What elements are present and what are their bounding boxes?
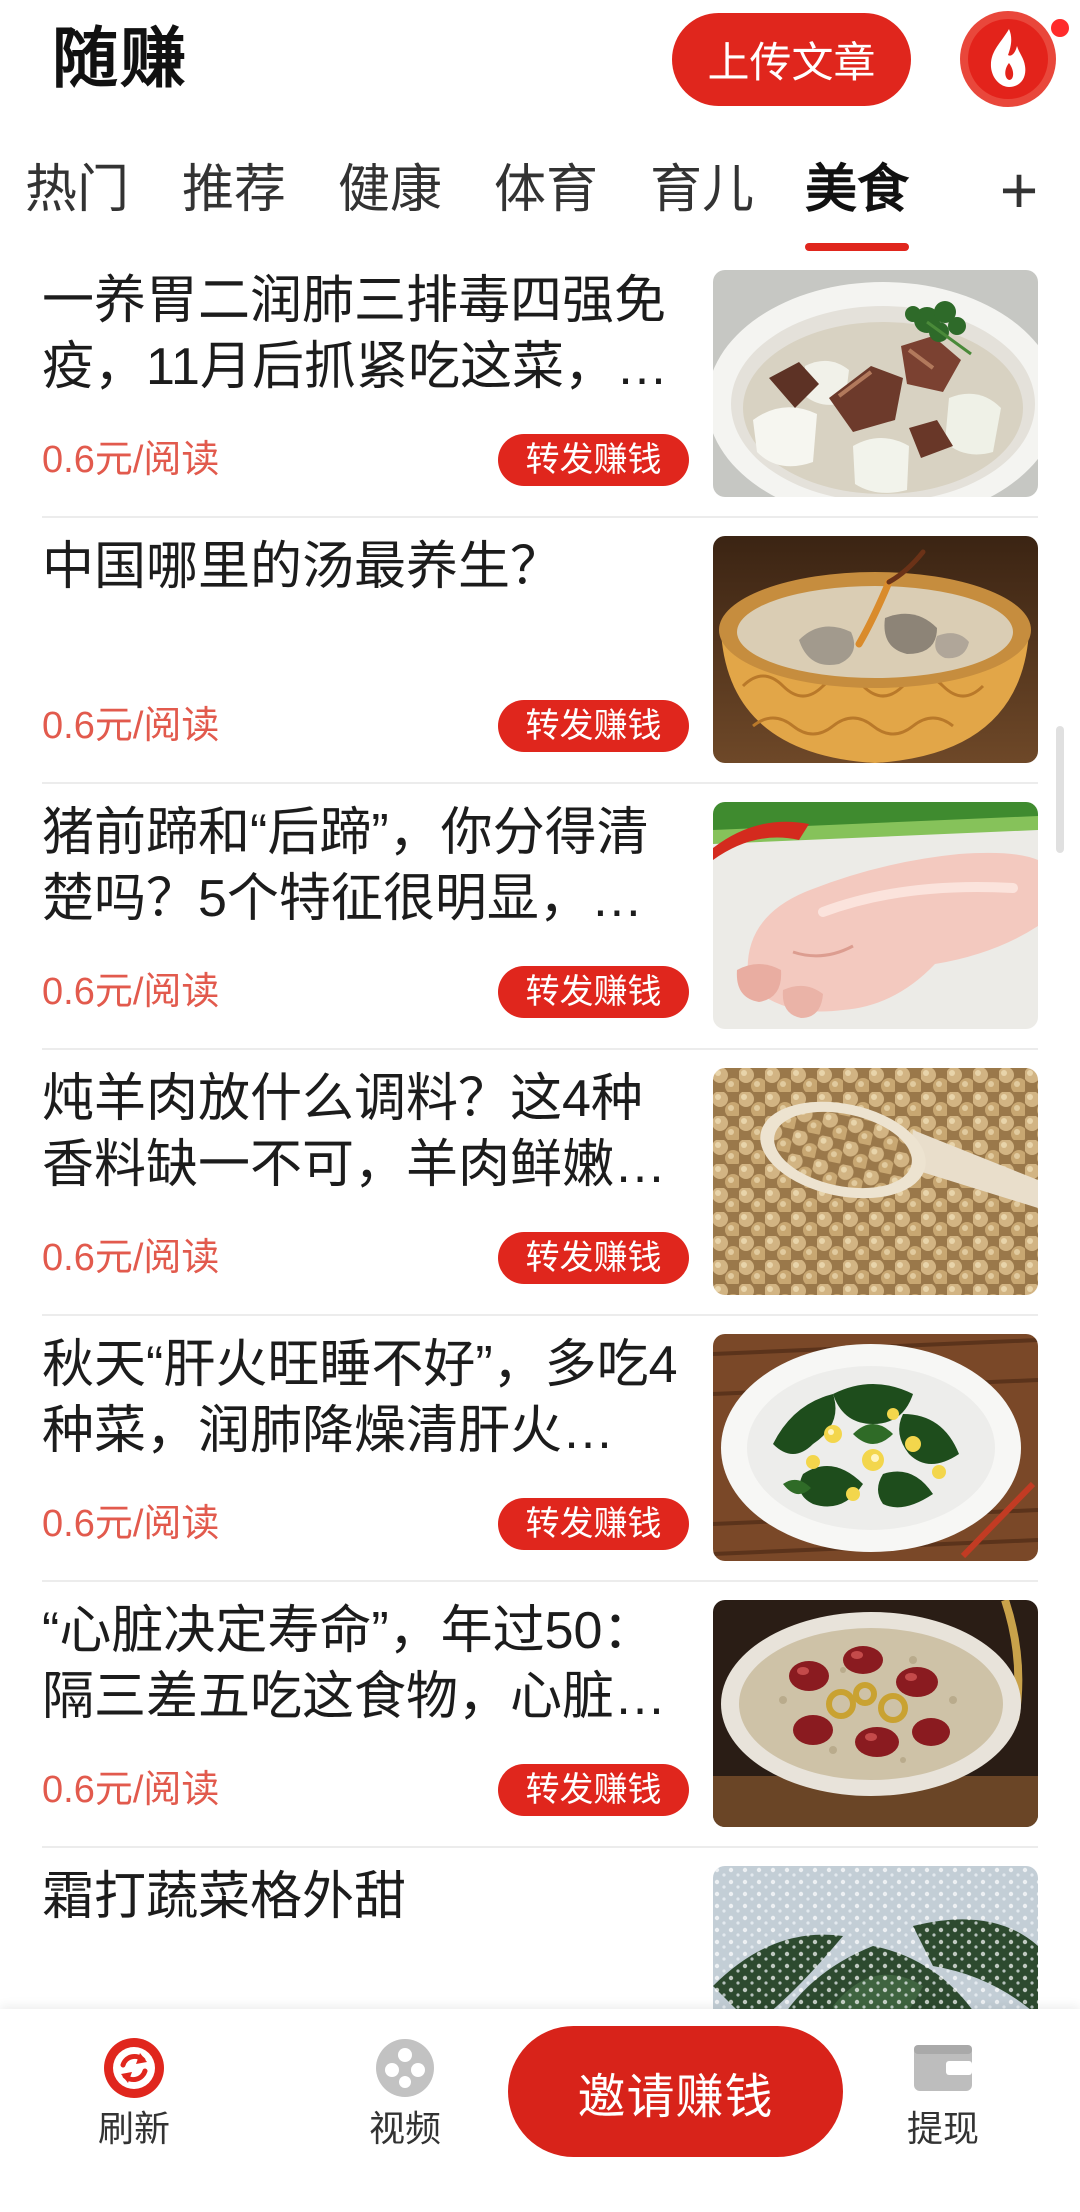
article-title[interactable]: 一养胃二润肺三排毒四强免疫，11月后抓紧吃这菜，… [42, 268, 692, 400]
article-title[interactable]: 猪前蹄和“后蹄”，你分得清楚吗？5个特征很明显，… [42, 800, 692, 932]
nav-withdraw[interactable]: 提现 [863, 2009, 1023, 2212]
article-title[interactable]: 炖羊肉放什么调料？这4种香料缺一不可，羊肉鲜嫩… [42, 1066, 692, 1198]
tab-recommended[interactable]: 推荐 [182, 158, 286, 222]
article-thumbnail[interactable] [713, 270, 1038, 497]
share-earn-button[interactable]: 转发赚钱 [498, 1498, 689, 1550]
divider [42, 516, 1038, 518]
scrollbar[interactable] [1056, 726, 1064, 853]
upload-article-button[interactable]: 上传文章 [672, 13, 911, 106]
reward-rate: 0.6元/阅读 [42, 1503, 220, 1545]
reward-rate: 0.6元/阅读 [42, 439, 220, 481]
article-thumbnail[interactable] [713, 802, 1038, 1029]
article-title[interactable]: 秋天“肝火旺睡不好”，多吃4种菜，润肺降燥清肝火… [42, 1332, 692, 1464]
active-tab-indicator [805, 243, 909, 251]
video-reel-icon [374, 2037, 436, 2099]
feed-item[interactable]: 中国哪里的汤最养生？ 0.6元/阅读 转发赚钱 [0, 534, 1080, 800]
feed-item[interactable]: “心脏决定寿命”，年过50：隔三差五吃这食物，心脏… 0.6元/阅读 转发赚钱 [0, 1598, 1080, 1864]
app-title: 随赚 [52, 21, 188, 95]
wallet-icon [912, 2037, 974, 2099]
share-earn-button[interactable]: 转发赚钱 [498, 434, 689, 486]
article-feed: 一养胃二润肺三排毒四强免疫，11月后抓紧吃这菜，… 0.6元/阅读 转发赚钱 中… [0, 268, 1080, 2093]
nav-video-label: 视频 [368, 2108, 441, 2149]
reward-rate: 0.6元/阅读 [42, 971, 220, 1013]
article-thumbnail[interactable] [713, 1068, 1038, 1295]
tab-hot[interactable]: 热门 [25, 158, 129, 222]
article-thumbnail[interactable] [713, 1334, 1038, 1561]
article-thumbnail[interactable] [713, 1600, 1038, 1827]
article-thumbnail[interactable] [713, 536, 1038, 763]
reward-rate: 0.6元/阅读 [42, 1769, 220, 1811]
notification-dot [1048, 16, 1072, 40]
app-screen: 随赚 上传文章 热门 推荐 健康 体育 育儿 美食 + 一养胃二润肺三排毒四强免… [0, 0, 1080, 2212]
tab-health[interactable]: 健康 [338, 158, 442, 222]
divider [42, 1846, 1038, 1848]
feed-item[interactable]: 一养胃二润肺三排毒四强免疫，11月后抓紧吃这菜，… 0.6元/阅读 转发赚钱 [0, 268, 1080, 534]
nav-video[interactable]: 视频 [325, 2009, 485, 2212]
category-tabs: 热门 推荐 健康 体育 育儿 美食 + [0, 140, 1080, 256]
nav-refresh-label: 刷新 [97, 2108, 170, 2149]
tab-sports[interactable]: 体育 [494, 158, 598, 222]
reward-rate: 0.6元/阅读 [42, 705, 220, 747]
feed-item[interactable]: 秋天“肝火旺睡不好”，多吃4种菜，润肺降燥清肝火… 0.6元/阅读 转发赚钱 [0, 1332, 1080, 1598]
nav-refresh[interactable]: 刷新 [54, 2009, 214, 2212]
divider [42, 1314, 1038, 1316]
article-title[interactable]: “心脏决定寿命”，年过50：隔三差五吃这食物，心脏… [42, 1598, 692, 1730]
add-tab-button[interactable]: + [988, 150, 1050, 230]
share-earn-button[interactable]: 转发赚钱 [498, 1232, 689, 1284]
article-title[interactable]: 中国哪里的汤最养生？ [42, 534, 692, 600]
refresh-icon [103, 2037, 165, 2099]
nav-withdraw-label: 提现 [906, 2108, 979, 2149]
share-earn-button[interactable]: 转发赚钱 [498, 966, 689, 1018]
tab-food[interactable]: 美食 [805, 158, 909, 222]
flame-icon[interactable] [960, 11, 1056, 107]
invite-earn-button[interactable]: 邀请赚钱 [508, 2026, 843, 2157]
tab-parenting[interactable]: 育儿 [650, 158, 754, 222]
feed-item[interactable]: 炖羊肉放什么调料？这4种香料缺一不可，羊肉鲜嫩… 0.6元/阅读 转发赚钱 [0, 1066, 1080, 1332]
divider [42, 1048, 1038, 1050]
divider [42, 1580, 1038, 1582]
share-earn-button[interactable]: 转发赚钱 [498, 1764, 689, 1816]
share-earn-button[interactable]: 转发赚钱 [498, 700, 689, 752]
reward-rate: 0.6元/阅读 [42, 1237, 220, 1279]
article-title[interactable]: 霜打蔬菜格外甜 [42, 1864, 692, 1930]
bottom-nav: 刷新 视频 邀请赚钱 提现 [0, 2009, 1080, 2212]
divider [42, 782, 1038, 784]
feed-item[interactable]: 猪前蹄和“后蹄”，你分得清楚吗？5个特征很明显，… 0.6元/阅读 转发赚钱 [0, 800, 1080, 1066]
